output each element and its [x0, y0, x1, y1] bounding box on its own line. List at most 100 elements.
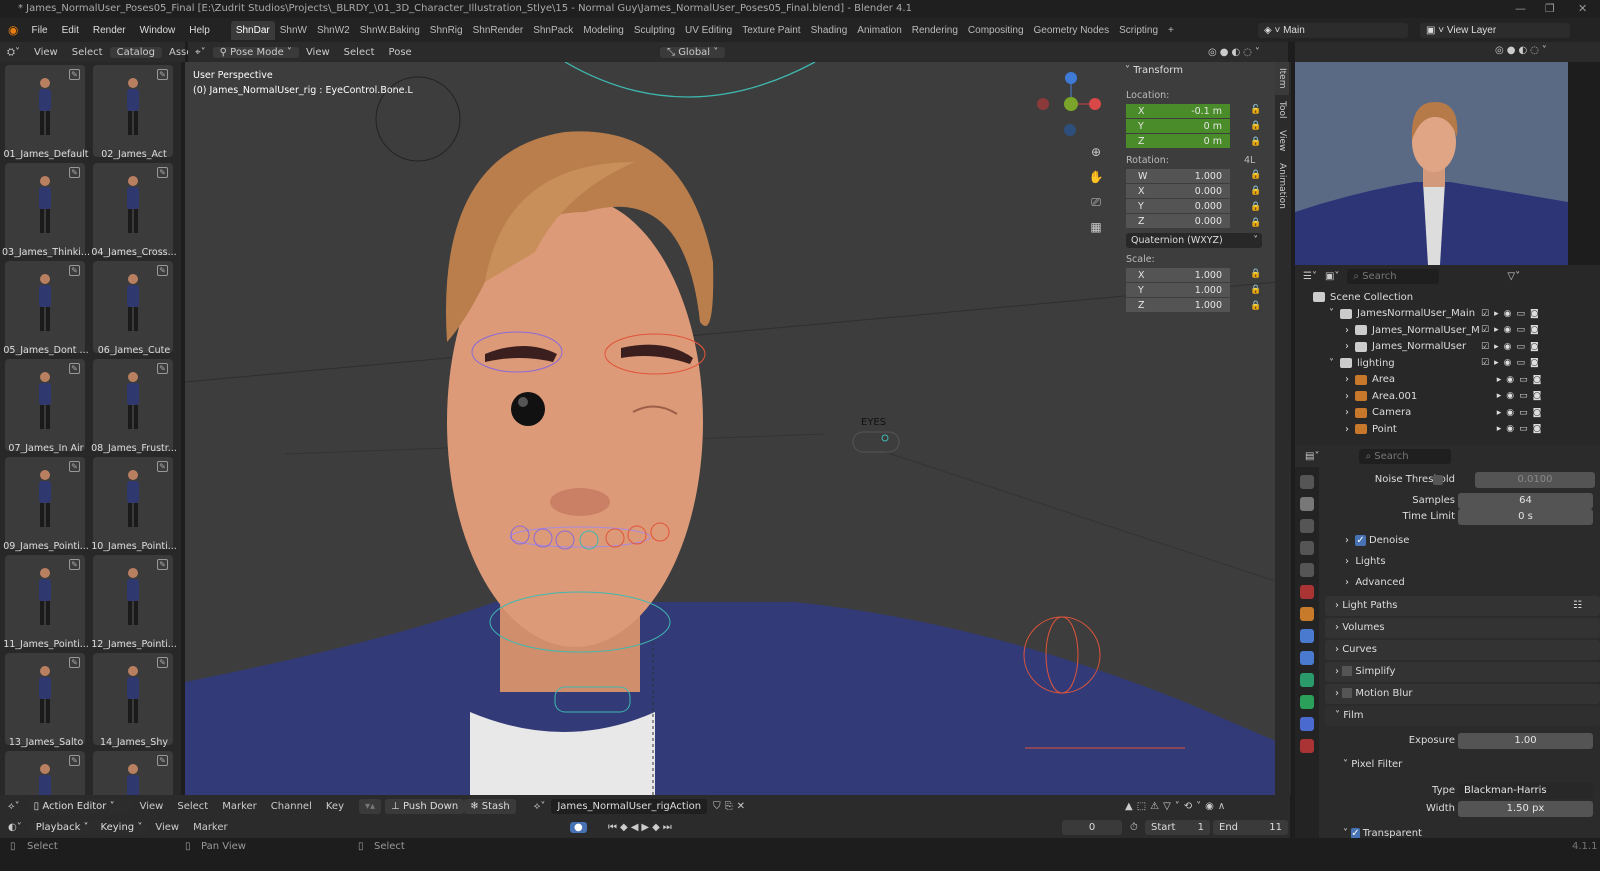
editor-type-icon[interactable]: ▤˅: [1305, 451, 1319, 462]
noise-threshold-checkbox[interactable]: [1433, 475, 1443, 485]
edit-icon[interactable]: ✎: [69, 363, 80, 374]
display-mode-icon[interactable]: ☰˅: [1303, 271, 1317, 282]
menu-edit[interactable]: Edit: [55, 25, 86, 36]
asset-card[interactable]: ✎ 05_James_Dont ...: [3, 261, 89, 356]
motion-blur-checkbox[interactable]: [1342, 688, 1353, 698]
action-filter-icons[interactable]: ▲⬚⚠▽˅⟲˅◉∧: [1125, 801, 1229, 812]
workspace-tab[interactable]: UV Editing: [680, 21, 737, 40]
denoise-subpanel[interactable]: › ✓ Denoise: [1345, 535, 1600, 553]
film-panel[interactable]: ˅ Film: [1325, 706, 1600, 726]
transparent-checkbox[interactable]: ✓: [1351, 828, 1360, 838]
outliner-row[interactable]: › James_NormalUser_M ☑▸◉▭◙: [1313, 322, 1600, 339]
exposure-field[interactable]: 1.00: [1458, 733, 1593, 749]
edit-icon[interactable]: ✎: [69, 657, 80, 668]
lock-icon[interactable]: 🔒: [1250, 301, 1261, 311]
edit-icon[interactable]: ✎: [157, 657, 168, 668]
expand-chevron-icon[interactable]: ›: [1345, 407, 1349, 418]
transparent-subpanel[interactable]: ˅ ✓ Transparent: [1343, 828, 1600, 838]
playback-controls[interactable]: ⏮◆◀▶◆⏭: [608, 822, 675, 833]
action-menu-channel[interactable]: Channel: [264, 801, 319, 812]
outliner-row[interactable]: › James_NormalUser ☑▸◉▭◙: [1313, 339, 1600, 356]
minimize-button[interactable]: —: [1515, 0, 1526, 18]
shading-modes-icon[interactable]: ◎●◐◌˅: [1208, 47, 1263, 58]
workspace-tab[interactable]: Texture Paint: [737, 21, 805, 40]
presets-list-icon[interactable]: ☷: [1573, 596, 1582, 616]
action-menu-select[interactable]: Select: [170, 801, 215, 812]
action-buttons-icon[interactable]: ⛉⎘✕: [713, 801, 749, 812]
timeline-menu-marker[interactable]: Marker: [186, 822, 235, 833]
workspace-tab[interactable]: ShnRender: [468, 21, 529, 40]
outliner-row[interactable]: ˅ lighting ☑▸◉▭◙: [1313, 355, 1600, 372]
scene-tab-icon[interactable]: [1300, 563, 1314, 577]
bone-constraints-tab-icon[interactable]: [1300, 717, 1314, 731]
lock-icon[interactable]: 🔒: [1250, 269, 1261, 279]
asset-card[interactable]: ✎ 07_James_In Air: [5, 359, 85, 454]
pixel-filter-subpanel[interactable]: ˅ Pixel Filter: [1343, 759, 1600, 777]
visibility-toggles[interactable]: ☑▸◉▭◙: [1481, 325, 1544, 335]
advanced-subpanel[interactable]: › Advanced: [1345, 577, 1600, 595]
workspace-tab[interactable]: Geometry Nodes: [1029, 21, 1115, 40]
expand-chevron-icon[interactable]: ›: [1345, 341, 1349, 352]
rotation-mode-dropdown[interactable]: Quaternion (WXYZ) ˅: [1126, 233, 1262, 248]
asset-menu-select[interactable]: Select: [65, 47, 110, 58]
edit-icon[interactable]: ✎: [157, 755, 168, 766]
edit-icon[interactable]: ✎: [157, 265, 168, 276]
simplify-checkbox[interactable]: [1342, 666, 1353, 676]
edit-icon[interactable]: ✎: [69, 559, 80, 570]
preview-range-icon[interactable]: ⏱: [1130, 822, 1138, 833]
asset-card[interactable]: ✎ 09_James_Pointi...: [3, 457, 89, 552]
rotation-x-field[interactable]: X 0.000: [1126, 184, 1230, 199]
zoom-icon[interactable]: ⊕: [1087, 140, 1105, 165]
render-tab-icon[interactable]: [1300, 497, 1314, 511]
action-menu-view[interactable]: View: [133, 801, 171, 812]
filter-type-dropdown[interactable]: Blackman-Harris: [1458, 783, 1593, 799]
asset-card[interactable]: ✎ 01_James_Default: [4, 65, 88, 160]
volumes-panel[interactable]: › Volumes: [1325, 618, 1600, 638]
tab-view[interactable]: View: [1275, 124, 1289, 157]
lock-icon[interactable]: 🔒: [1250, 121, 1261, 131]
outliner-row[interactable]: › Area ▸◉▭◙: [1313, 372, 1600, 389]
asset-card[interactable]: ✎ 08_James_Frustr...: [91, 359, 177, 454]
rotation-z-field[interactable]: Z 0.000: [1126, 214, 1230, 229]
workspace-tab[interactable]: Modeling: [578, 21, 629, 40]
texture-tab-icon[interactable]: [1300, 739, 1314, 753]
menu-window[interactable]: Window: [133, 25, 183, 36]
visibility-toggles[interactable]: ▸◉▭◙: [1481, 391, 1546, 401]
visibility-toggles[interactable]: ▸◉▭◙: [1481, 408, 1546, 418]
expand-chevron-icon[interactable]: ›: [1345, 325, 1349, 336]
workspace-tab[interactable]: Scripting: [1114, 21, 1163, 40]
edit-icon[interactable]: ✎: [157, 69, 168, 80]
modifiers-tab-icon[interactable]: [1300, 629, 1314, 643]
workspace-tab[interactable]: ShnW: [275, 21, 312, 40]
edit-icon[interactable]: ✎: [69, 461, 80, 472]
layer-arrows-button[interactable]: ▾▴: [359, 798, 382, 814]
world-tab-icon[interactable]: [1300, 585, 1314, 599]
noise-threshold-field[interactable]: 0.0100: [1475, 472, 1595, 488]
action-name-field[interactable]: James_NormalUser_rigAction: [551, 798, 708, 814]
edit-icon[interactable]: ✎: [69, 265, 80, 276]
scale-x-field[interactable]: X 1.000: [1126, 268, 1230, 283]
shading-modes-icon[interactable]: ◎●◐◌˅: [1495, 45, 1550, 56]
asset-card[interactable]: ✎ 06_James_Cute: [93, 261, 173, 356]
outliner-row[interactable]: › Camera ▸◉▭◙: [1313, 405, 1600, 422]
filter-width-field[interactable]: 1.50 px: [1458, 801, 1593, 817]
unlock-icon[interactable]: 🔓: [1250, 105, 1261, 115]
outliner-row[interactable]: › Area.001 ▸◉▭◙: [1313, 388, 1600, 405]
rotation-w-field[interactable]: W 1.000: [1126, 169, 1230, 184]
asset-menu-catalog[interactable]: Catalog: [109, 46, 162, 58]
samples-field[interactable]: 64: [1458, 493, 1593, 509]
end-frame-field[interactable]: End 11: [1213, 820, 1288, 835]
editor-type-icon[interactable]: ⛭˅: [0, 47, 27, 58]
orientation-selector[interactable]: ⤡ Global ˅: [660, 46, 726, 58]
expand-chevron-icon[interactable]: ›: [1345, 374, 1349, 385]
scene-selector[interactable]: ◈ ˅ Main: [1258, 22, 1408, 38]
auto-keying-toggle[interactable]: ●: [570, 822, 587, 833]
visibility-toggles[interactable]: ▸◉▭◙: [1481, 375, 1546, 385]
object-constraints-tab-icon[interactable]: [1300, 673, 1314, 687]
stash-button[interactable]: ❄ Stash: [464, 798, 516, 814]
close-button[interactable]: ✕: [1578, 0, 1587, 18]
lights-subpanel[interactable]: › Lights: [1345, 556, 1600, 574]
navigation-gizmo[interactable]: [1035, 70, 1115, 145]
visibility-toggles[interactable]: ☑▸◉▭◙: [1481, 309, 1544, 319]
editor-type-icon[interactable]: ⌖˅: [188, 47, 213, 58]
